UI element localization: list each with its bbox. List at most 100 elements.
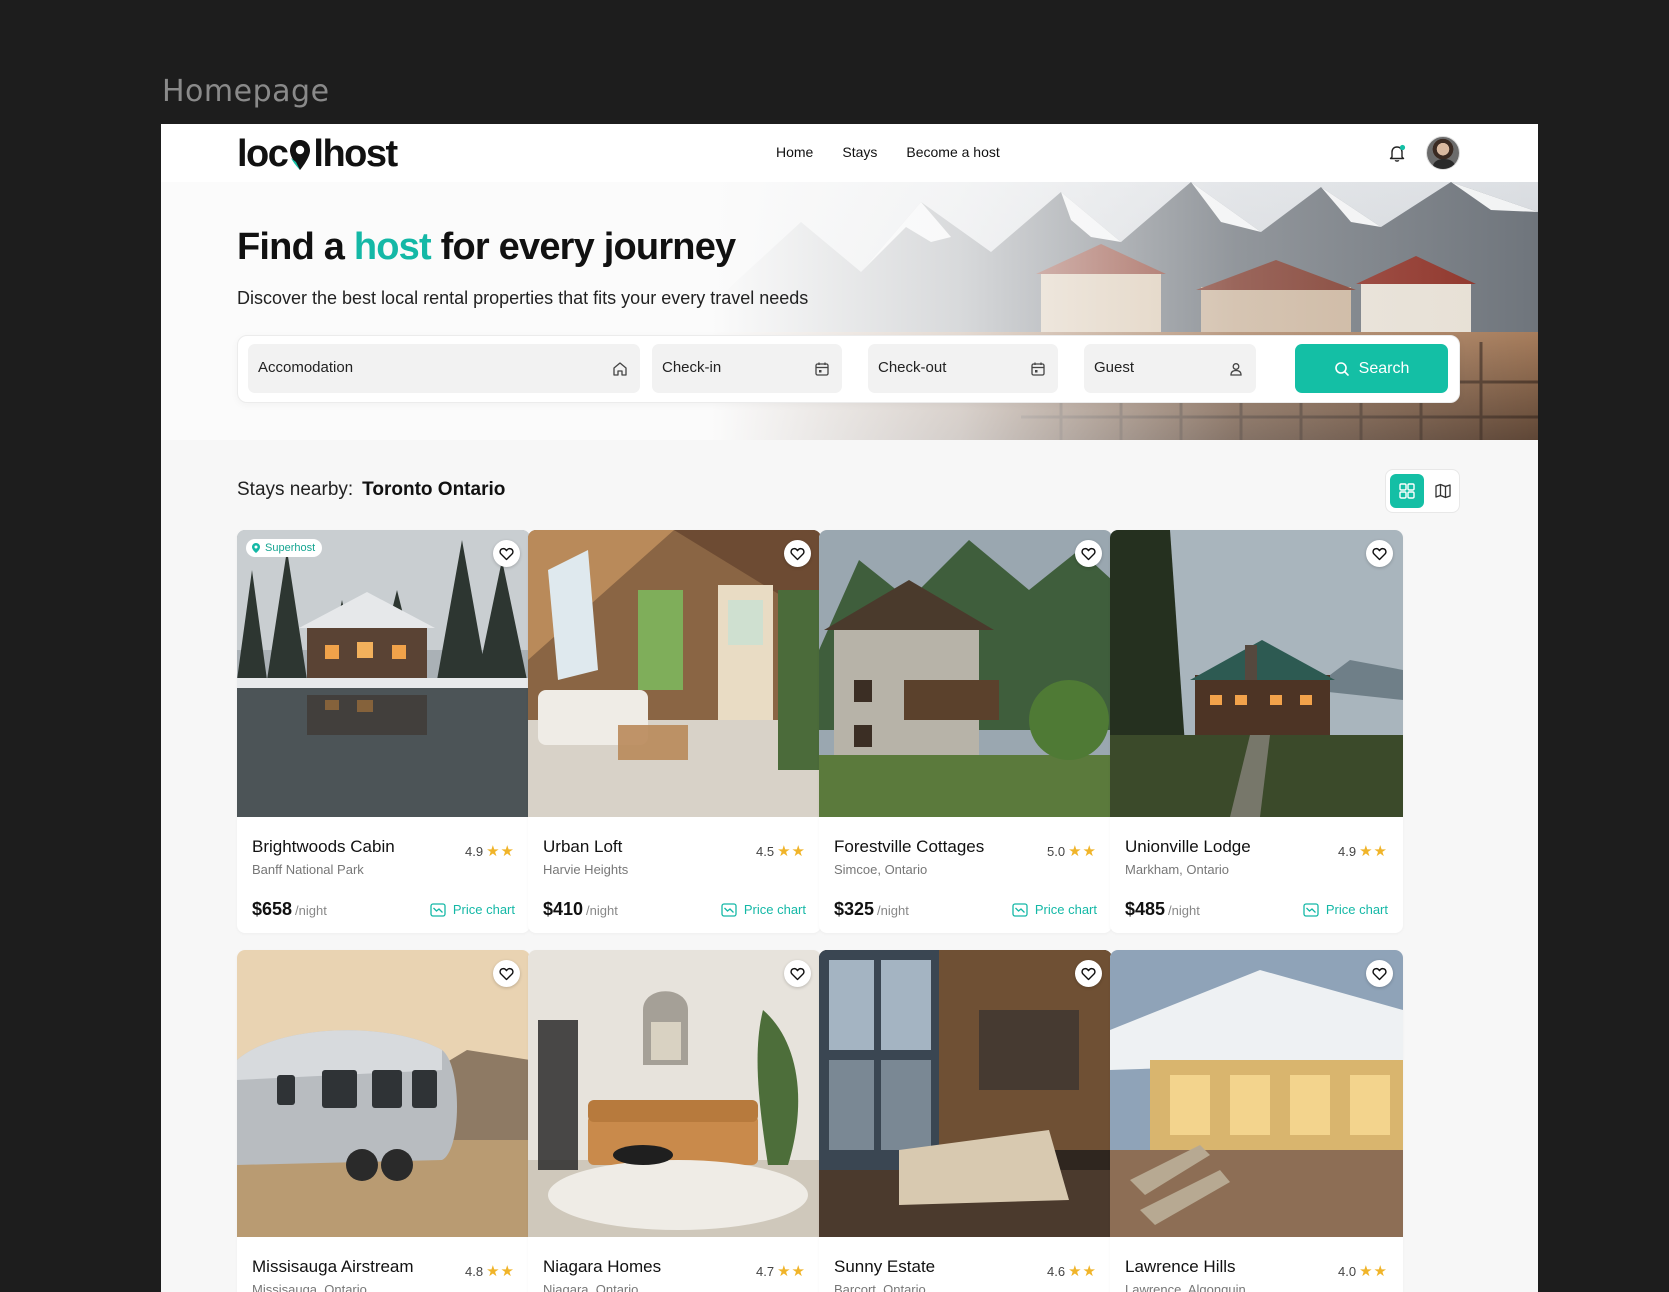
chart-icon bbox=[721, 902, 737, 917]
favorite-heart-icon[interactable] bbox=[784, 960, 811, 987]
search-button[interactable]: Search bbox=[1295, 344, 1448, 393]
star-icons: ★★ bbox=[1359, 1263, 1388, 1280]
listing-rating: 4.8 ★★ bbox=[465, 1262, 515, 1280]
listing-name: Missisauga Airstream bbox=[252, 1257, 414, 1276]
home-icon bbox=[611, 360, 629, 378]
hero-title-accent: host bbox=[353, 226, 432, 268]
user-avatar[interactable] bbox=[1426, 136, 1460, 170]
price-chart-link[interactable]: Price chart bbox=[1012, 902, 1097, 917]
homepage: loc lhost Home Stays Become a host Find … bbox=[161, 124, 1538, 1292]
rating-value: 4.6 bbox=[1047, 1263, 1066, 1279]
price-chart-label: Price chart bbox=[452, 902, 515, 917]
price-chart-link[interactable]: Price chart bbox=[721, 902, 806, 917]
listing-card[interactable]: Forestville Cottages Simcoe, Ontario 5.0… bbox=[819, 530, 1112, 933]
listing-name: Lawrence Hills bbox=[1125, 1257, 1236, 1276]
favorite-heart-icon[interactable] bbox=[1075, 540, 1102, 567]
listing-price: $325/night bbox=[834, 899, 909, 920]
accommodation-field[interactable]: Accomodation bbox=[248, 344, 640, 393]
listing-location: Simcoe, Ontario bbox=[834, 862, 928, 877]
loft-interior-photo bbox=[528, 530, 821, 817]
chart-icon bbox=[1303, 902, 1319, 917]
listing-card[interactable]: Urban Loft Harvie Heights 4.5 ★★ $410/nig… bbox=[528, 530, 821, 933]
check-out-field-label: Check-out bbox=[878, 359, 947, 376]
listing-card[interactable]: Niagara Homes Niagara, Ontario 4.7 ★★ bbox=[528, 950, 821, 1292]
user-icon bbox=[1227, 360, 1245, 378]
favorite-heart-icon[interactable] bbox=[1366, 960, 1393, 987]
rating-value: 4.9 bbox=[1338, 843, 1357, 859]
listing-location: Banff National Park bbox=[252, 862, 364, 877]
villa-deck-photo bbox=[1110, 950, 1403, 1237]
map-view-icon[interactable] bbox=[1428, 474, 1458, 508]
localhost-logo[interactable]: loc lhost bbox=[237, 132, 398, 175]
nav-become-a-host[interactable]: Become a host bbox=[906, 144, 999, 160]
check-in-field[interactable]: Check-in bbox=[652, 344, 842, 393]
rating-value: 4.0 bbox=[1338, 1263, 1357, 1279]
listing-card[interactable]: Sunny Estate Barcort, Ontario 4.6 ★★ bbox=[819, 950, 1112, 1292]
listing-card[interactable]: Missisauga Airstream Missisauga, Ontario… bbox=[237, 950, 530, 1292]
favorite-heart-icon[interactable] bbox=[1075, 960, 1102, 987]
favorite-heart-icon[interactable] bbox=[784, 540, 811, 567]
per-night-label: /night bbox=[295, 903, 327, 918]
listing-name: Forestville Cottages bbox=[834, 837, 985, 856]
living-room-photo bbox=[528, 950, 821, 1237]
stone-cottage-photo bbox=[819, 530, 1112, 817]
hero-title: Find a host for every journey bbox=[237, 226, 737, 269]
airstream-trailer-photo bbox=[237, 950, 530, 1237]
price-chart-link[interactable]: Price chart bbox=[430, 902, 515, 917]
listing-rating: 4.6 ★★ bbox=[1047, 1262, 1097, 1280]
hero-section: Find a host for every journey Discover t… bbox=[161, 182, 1538, 440]
hero-title-post: for every journey bbox=[440, 226, 737, 268]
check-in-field-label: Check-in bbox=[662, 359, 722, 376]
listing-rating: 4.7 ★★ bbox=[756, 1262, 806, 1280]
price-chart-link[interactable]: Price chart bbox=[1303, 902, 1388, 917]
listing-price: $658/night bbox=[252, 899, 327, 920]
listing-rating: 4.0 ★★ bbox=[1338, 1262, 1388, 1280]
lodge-forest-photo bbox=[1110, 530, 1403, 817]
stays-nearby-heading: Stays nearby: Toronto Ontario bbox=[237, 479, 505, 501]
listing-name: Sunny Estate bbox=[834, 1257, 936, 1276]
rating-value: 4.9 bbox=[465, 843, 484, 859]
price-value: $658 bbox=[252, 899, 293, 919]
price-value: $410 bbox=[543, 899, 584, 919]
accommodation-field-label: Accomodation bbox=[258, 359, 354, 376]
per-night-label: /night bbox=[1168, 903, 1200, 918]
listing-rating: 4.5 ★★ bbox=[756, 842, 806, 860]
listing-location: Niagara, Ontario bbox=[543, 1282, 639, 1292]
logo-text-right: lhost bbox=[313, 132, 398, 175]
listing-location: Harvie Heights bbox=[543, 862, 629, 877]
rating-value: 4.7 bbox=[756, 1263, 775, 1279]
notification-bell-icon[interactable] bbox=[1386, 142, 1408, 164]
superhost-badge: Superhost bbox=[246, 539, 323, 557]
favorite-heart-icon[interactable] bbox=[493, 540, 520, 567]
favorite-heart-icon[interactable] bbox=[1366, 540, 1393, 567]
price-chart-label: Price chart bbox=[1034, 902, 1097, 917]
price-chart-label: Price chart bbox=[743, 902, 806, 917]
listing-card[interactable]: Superhost Brightwoods Cabin Banff Nation… bbox=[237, 530, 530, 933]
guest-field[interactable]: Guest bbox=[1084, 344, 1256, 393]
estate-lounge-photo bbox=[819, 950, 1112, 1237]
nav-home[interactable]: Home bbox=[776, 144, 813, 160]
cabin-lake-photo bbox=[237, 530, 530, 817]
check-out-field[interactable]: Check-out bbox=[868, 344, 1058, 393]
price-value: $485 bbox=[1125, 899, 1166, 919]
listing-name: Brightwoods Cabin bbox=[252, 837, 395, 856]
per-night-label: /night bbox=[586, 903, 618, 918]
star-icons: ★★ bbox=[1068, 1263, 1097, 1280]
nav-stays[interactable]: Stays bbox=[842, 144, 877, 160]
listing-name: Unionville Lodge bbox=[1125, 837, 1251, 856]
stays-location: Toronto Ontario bbox=[362, 479, 506, 500]
logo-text-left: loc bbox=[237, 132, 289, 175]
grid-view-icon[interactable] bbox=[1390, 474, 1424, 508]
listing-card[interactable]: Lawrence Hills Lawrence, Algonquin 4.0 ★★ bbox=[1110, 950, 1403, 1292]
stays-nearby-label: Stays nearby: bbox=[237, 479, 354, 500]
chart-icon bbox=[1012, 902, 1028, 917]
location-pin-icon bbox=[288, 138, 312, 172]
star-icons: ★★ bbox=[777, 843, 806, 860]
star-icons: ★★ bbox=[486, 843, 515, 860]
rating-value: 4.8 bbox=[465, 1263, 484, 1279]
listing-card[interactable]: Unionville Lodge Markham, Ontario 4.9 ★★ … bbox=[1110, 530, 1403, 933]
listing-name: Niagara Homes bbox=[543, 1257, 662, 1276]
guest-field-label: Guest bbox=[1094, 359, 1135, 376]
favorite-heart-icon[interactable] bbox=[493, 960, 520, 987]
listing-location: Barcort, Ontario bbox=[834, 1282, 926, 1292]
